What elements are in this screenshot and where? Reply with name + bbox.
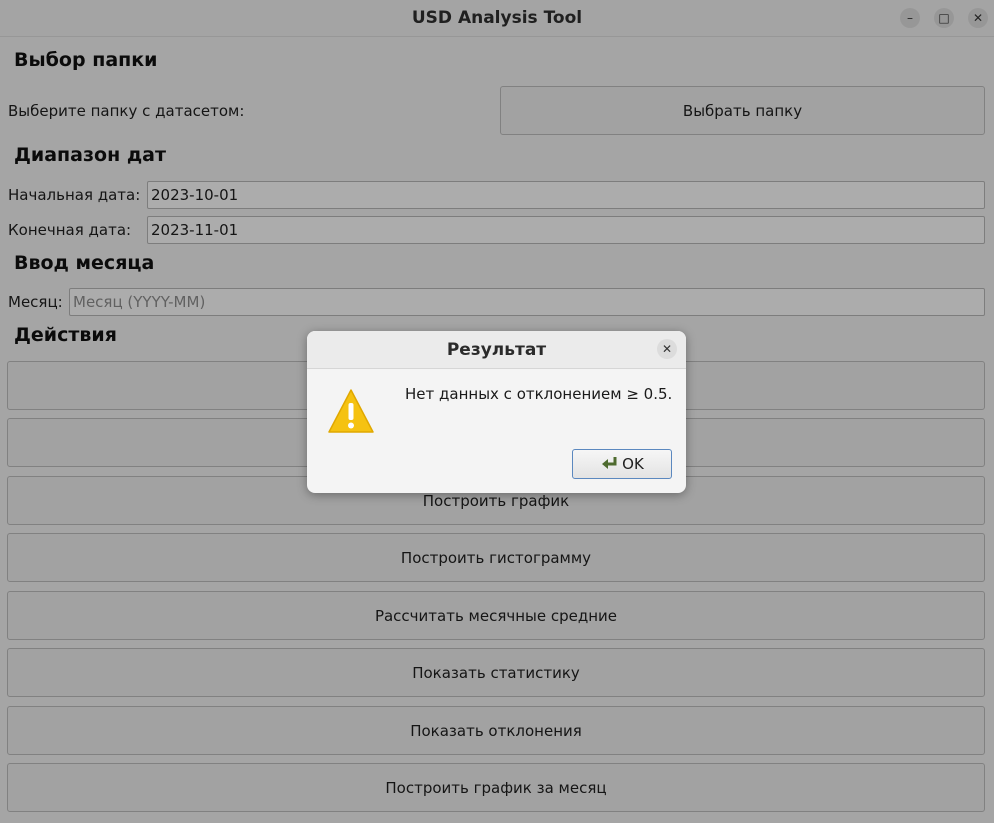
dialog-message: Нет данных с отклонением ≥ 0.5.: [405, 385, 673, 403]
result-dialog: Результат ✕ Нет данных с отклонением ≥ 0…: [307, 331, 686, 493]
dialog-title: Результат: [446, 340, 547, 360]
dialog-close-button[interactable]: ✕: [657, 339, 677, 359]
warning-icon: [328, 389, 374, 433]
dialog-header: Результат ✕: [307, 331, 686, 369]
ok-button-label: OK: [622, 455, 644, 473]
enter-arrow-icon: [602, 457, 617, 469]
ok-button[interactable]: OK: [572, 449, 672, 479]
